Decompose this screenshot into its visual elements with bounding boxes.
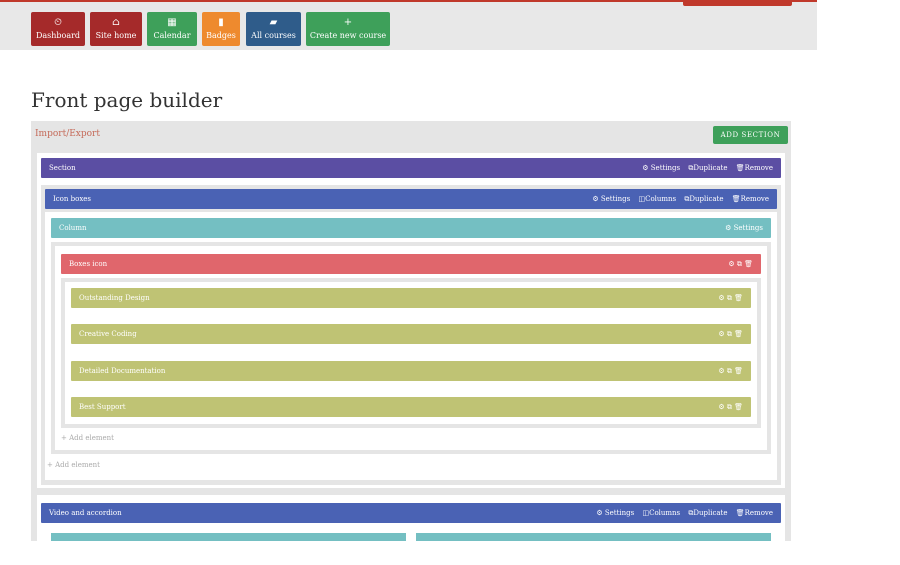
add-section-button[interactable]: ADD SECTION bbox=[713, 126, 788, 144]
item-label: Outstanding Design bbox=[79, 294, 150, 302]
icon-boxes-remove-button[interactable]: 🗑Remove bbox=[732, 195, 769, 203]
column-body: Boxes icon ⚙ ⧉ 🗑 Outstanding Design ⚙ ⧉ … bbox=[55, 246, 767, 450]
nav-calendar-button[interactable]: ▦ Calendar bbox=[147, 12, 197, 46]
boxes-icon-body: Outstanding Design ⚙ ⧉ 🗑 Creative Coding… bbox=[65, 282, 757, 424]
nav-site-home-label: Site home bbox=[95, 31, 137, 40]
bookmark-icon: ▮ bbox=[218, 17, 224, 28]
plus-icon: + bbox=[343, 17, 353, 28]
item-actions[interactable]: ⚙ ⧉ 🗑 bbox=[718, 294, 743, 302]
import-export-link[interactable]: Import/Export bbox=[35, 129, 100, 139]
list-item[interactable]: Best Support ⚙ ⧉ 🗑 bbox=[71, 397, 751, 417]
nav-badges-button[interactable]: ▮ Badges bbox=[202, 12, 240, 46]
section-panel: Section ⚙ Settings ⧉Duplicate 🗑Remove Ic… bbox=[37, 153, 785, 488]
video-columns-button[interactable]: ◫Columns bbox=[642, 509, 680, 517]
section-label: Section bbox=[49, 164, 76, 172]
icon-boxes-frame: Icon boxes ⚙ Settings ◫Columns ⧉Duplicat… bbox=[41, 185, 781, 485]
video-section-panel: Video and accordion ⚙ Settings ◫Columns … bbox=[37, 495, 785, 541]
item-actions[interactable]: ⚙ ⧉ 🗑 bbox=[718, 403, 743, 411]
icon-boxes-settings-button[interactable]: ⚙ Settings bbox=[592, 195, 630, 203]
list-item[interactable]: Outstanding Design ⚙ ⧉ 🗑 bbox=[71, 288, 751, 308]
nav-site-home-button[interactable]: ⌂ Site home bbox=[90, 12, 142, 46]
section-remove-button[interactable]: 🗑Remove bbox=[736, 164, 773, 172]
video-duplicate-button[interactable]: ⧉Duplicate bbox=[688, 509, 727, 517]
icon-boxes-columns-button[interactable]: ◫Columns bbox=[638, 195, 676, 203]
dashboard-icon: ⏲ bbox=[54, 17, 62, 28]
item-actions[interactable]: ⚙ ⧉ 🗑 bbox=[718, 330, 743, 338]
bottom-area bbox=[0, 541, 817, 565]
icon-boxes-duplicate-button[interactable]: ⧉Duplicate bbox=[684, 195, 723, 203]
nav-dashboard-button[interactable]: ⏲ Dashboard bbox=[31, 12, 85, 46]
add-element-inner-link[interactable]: + Add element bbox=[61, 434, 114, 442]
video-accordion-header: Video and accordion ⚙ Settings ◫Columns … bbox=[41, 503, 781, 523]
column-frame: Boxes icon ⚙ ⧉ 🗑 Outstanding Design ⚙ ⧉ … bbox=[51, 242, 771, 454]
list-item[interactable]: Detailed Documentation ⚙ ⧉ 🗑 bbox=[71, 361, 751, 381]
item-label: Creative Coding bbox=[79, 330, 137, 338]
column-settings-button[interactable]: ⚙ Settings bbox=[725, 224, 763, 232]
top-red-button[interactable] bbox=[683, 0, 792, 6]
item-label: Detailed Documentation bbox=[79, 367, 166, 375]
nav-all-courses-label: All courses bbox=[251, 31, 296, 40]
video-column-left bbox=[51, 533, 406, 541]
nav-badges-label: Badges bbox=[206, 31, 236, 40]
boxes-icon-actions[interactable]: ⚙ ⧉ 🗑 bbox=[728, 260, 753, 268]
boxes-icon-header: Boxes icon ⚙ ⧉ 🗑 bbox=[61, 254, 761, 274]
video-accordion-label: Video and accordion bbox=[49, 509, 122, 517]
front-page-builder: Import/Export ADD SECTION Section ⚙ Sett… bbox=[31, 121, 791, 541]
nav-dashboard-label: Dashboard bbox=[35, 31, 81, 40]
section-duplicate-button[interactable]: ⧉Duplicate bbox=[688, 164, 727, 172]
nav-calendar-label: Calendar bbox=[153, 31, 191, 40]
item-label: Best Support bbox=[79, 403, 126, 411]
icon-boxes-label: Icon boxes bbox=[53, 195, 92, 203]
video-remove-button[interactable]: 🗑Remove bbox=[736, 509, 773, 517]
icon-boxes-body: Column ⚙ Settings Boxes icon ⚙ ⧉ 🗑 Outst… bbox=[45, 212, 777, 480]
boxes-icon-frame: Outstanding Design ⚙ ⧉ 🗑 Creative Coding… bbox=[61, 278, 761, 428]
item-actions[interactable]: ⚙ ⧉ 🗑 bbox=[718, 367, 743, 375]
home-icon: ⌂ bbox=[112, 17, 120, 28]
icon-boxes-header: Icon boxes ⚙ Settings ◫Columns ⧉Duplicat… bbox=[45, 189, 777, 209]
column-label: Column bbox=[59, 224, 87, 232]
calendar-icon: ▦ bbox=[167, 17, 177, 28]
nav-create-course-button[interactable]: + Create new course bbox=[306, 12, 390, 46]
section-header: Section ⚙ Settings ⧉Duplicate 🗑Remove bbox=[41, 158, 781, 178]
page-title: Front page builder bbox=[31, 88, 223, 112]
video-column-right bbox=[416, 533, 771, 541]
boxes-icon-label: Boxes icon bbox=[69, 260, 108, 268]
video-settings-button[interactable]: ⚙ Settings bbox=[596, 509, 634, 517]
right-blank-area bbox=[817, 0, 900, 565]
nav-all-courses-button[interactable]: ▰ All courses bbox=[246, 12, 301, 46]
list-item[interactable]: Creative Coding ⚙ ⧉ 🗑 bbox=[71, 324, 751, 344]
section-settings-button[interactable]: ⚙ Settings bbox=[642, 164, 680, 172]
nav-create-course-label: Create new course bbox=[309, 31, 387, 40]
column-header: Column ⚙ Settings bbox=[51, 218, 771, 238]
book-icon: ▰ bbox=[269, 17, 278, 28]
add-element-outer-link[interactable]: + Add element bbox=[47, 461, 100, 469]
